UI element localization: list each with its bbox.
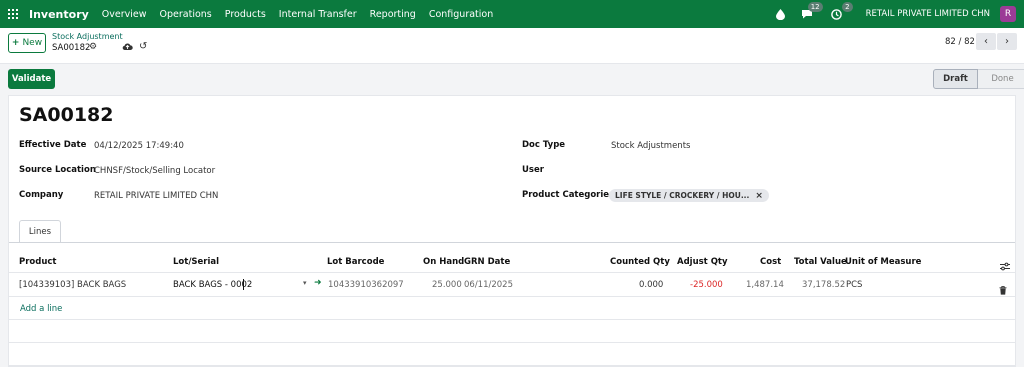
menu-overview[interactable]: Overview: [102, 9, 147, 20]
chevron-left-icon: ‹: [984, 36, 988, 47]
product-categories-label: Product Categories: [522, 190, 615, 200]
status-draft[interactable]: Draft: [933, 69, 978, 89]
row-divider: [9, 296, 1015, 297]
company-switcher[interactable]: RETAIL PRIVATE LIMITED CHN: [866, 9, 990, 19]
col-on-hand[interactable]: On Hand: [423, 257, 464, 267]
row-divider: [9, 342, 1015, 343]
row-cost: 1,487.14: [746, 280, 784, 290]
new-button-label: New: [22, 38, 43, 48]
status-done[interactable]: Done: [978, 69, 1024, 89]
record-title: SA00182: [19, 104, 114, 126]
effective-date-label: Effective Date: [19, 140, 87, 150]
menu-internal-transfer[interactable]: Internal Transfer: [279, 9, 357, 20]
col-grn-date[interactable]: GRN Date: [464, 257, 510, 267]
discard-undo-icon[interactable]: ↺: [139, 41, 147, 52]
col-lot-serial[interactable]: Lot/Serial: [173, 257, 219, 267]
validate-button[interactable]: Validate: [8, 69, 55, 89]
text-cursor: [243, 279, 244, 290]
row-product[interactable]: [104339103] BACK BAGS: [19, 280, 126, 290]
company-label: Company: [19, 190, 64, 200]
chat-icon[interactable]: 12: [800, 2, 823, 21]
row-on-hand: 25.000: [432, 280, 462, 290]
menu-products[interactable]: Products: [225, 9, 266, 20]
form-sheet: SA00182 Effective Date 04/12/2025 17:49:…: [8, 95, 1016, 367]
breadcrumb-current: SA00182: [52, 43, 91, 53]
plus-icon: +: [11, 38, 20, 48]
chevron-right-icon: ›: [1005, 36, 1009, 47]
top-navbar: Inventory Overview Operations Products I…: [0, 0, 1024, 28]
gear-icon[interactable]: ⚙: [89, 42, 97, 52]
dropdown-caret-icon[interactable]: ▾: [303, 279, 307, 287]
col-unit-of-measure[interactable]: Unit of Measure: [845, 257, 921, 267]
row-grn-date: 06/11/2025: [464, 280, 513, 290]
row-divider: [9, 319, 1015, 320]
row-unit-of-measure[interactable]: PCS: [846, 280, 862, 290]
status-bar: Draft Done: [933, 69, 1024, 89]
col-product[interactable]: Product: [19, 257, 57, 267]
breadcrumb-parent[interactable]: Stock Adjustment: [52, 32, 123, 41]
source-location-value[interactable]: CHNSF/Stock/Selling Locator: [94, 166, 215, 176]
doc-type-label: Doc Type: [522, 140, 566, 150]
water-drop-icon[interactable]: [774, 7, 788, 21]
activity-clock-icon[interactable]: 2: [830, 2, 853, 21]
app-title[interactable]: Inventory: [29, 8, 89, 21]
product-category-tag[interactable]: LIFE STYLE / CROCKERY / HOU... ×: [609, 189, 769, 202]
row-adjust-qty: -25.000: [690, 280, 723, 290]
tab-divider: [9, 242, 1015, 243]
col-total-value[interactable]: Total Value: [794, 257, 847, 267]
pager-next-button[interactable]: ›: [997, 33, 1017, 50]
company-value[interactable]: RETAIL PRIVATE LIMITED CHN: [94, 191, 218, 201]
new-button[interactable]: + New: [8, 33, 46, 53]
user-label: User: [522, 165, 544, 175]
pager-previous-button[interactable]: ‹: [976, 33, 996, 50]
col-counted-qty[interactable]: Counted Qty: [610, 257, 670, 267]
effective-date-value[interactable]: 04/12/2025 17:49:40: [94, 141, 184, 151]
col-adjust-qty[interactable]: Adjust Qty: [677, 257, 728, 267]
source-location-label: Source Location: [19, 165, 96, 175]
user-avatar[interactable]: R: [1000, 6, 1016, 22]
row-total-value: 37,178.52: [802, 280, 846, 290]
save-cloud-icon[interactable]: [122, 42, 133, 54]
tab-lines[interactable]: Lines: [19, 220, 61, 243]
remove-tag-icon[interactable]: ×: [755, 191, 763, 201]
doc-type-value[interactable]: Stock Adjustments: [611, 141, 690, 151]
menu-operations[interactable]: Operations: [160, 9, 212, 20]
chat-count-badge: 12: [807, 2, 823, 12]
row-lot-barcode: 10433910362097: [328, 280, 404, 290]
pager-value[interactable]: 82 / 82: [945, 37, 975, 47]
header-divider: [9, 272, 1015, 273]
row-counted-qty[interactable]: 0.000: [639, 280, 663, 290]
control-panel: + New Stock Adjustment SA00182 ⚙ ↺ 82 / …: [0, 28, 1024, 64]
product-category-tag-label: LIFE STYLE / CROCKERY / HOU...: [615, 191, 750, 200]
apps-grid-icon[interactable]: [8, 9, 18, 19]
menu-reporting[interactable]: Reporting: [370, 9, 416, 20]
menu-configuration[interactable]: Configuration: [429, 9, 493, 20]
add-a-line-link[interactable]: Add a line: [20, 304, 62, 314]
row-lot-serial-input[interactable]: BACK BAGS - 0002: [173, 280, 252, 290]
row-divider: [9, 365, 1015, 366]
col-lot-barcode[interactable]: Lot Barcode: [327, 257, 384, 267]
internal-link-arrow-icon[interactable]: ➜: [314, 278, 322, 288]
activity-count-badge: 2: [842, 2, 853, 12]
col-cost[interactable]: Cost: [760, 257, 781, 267]
